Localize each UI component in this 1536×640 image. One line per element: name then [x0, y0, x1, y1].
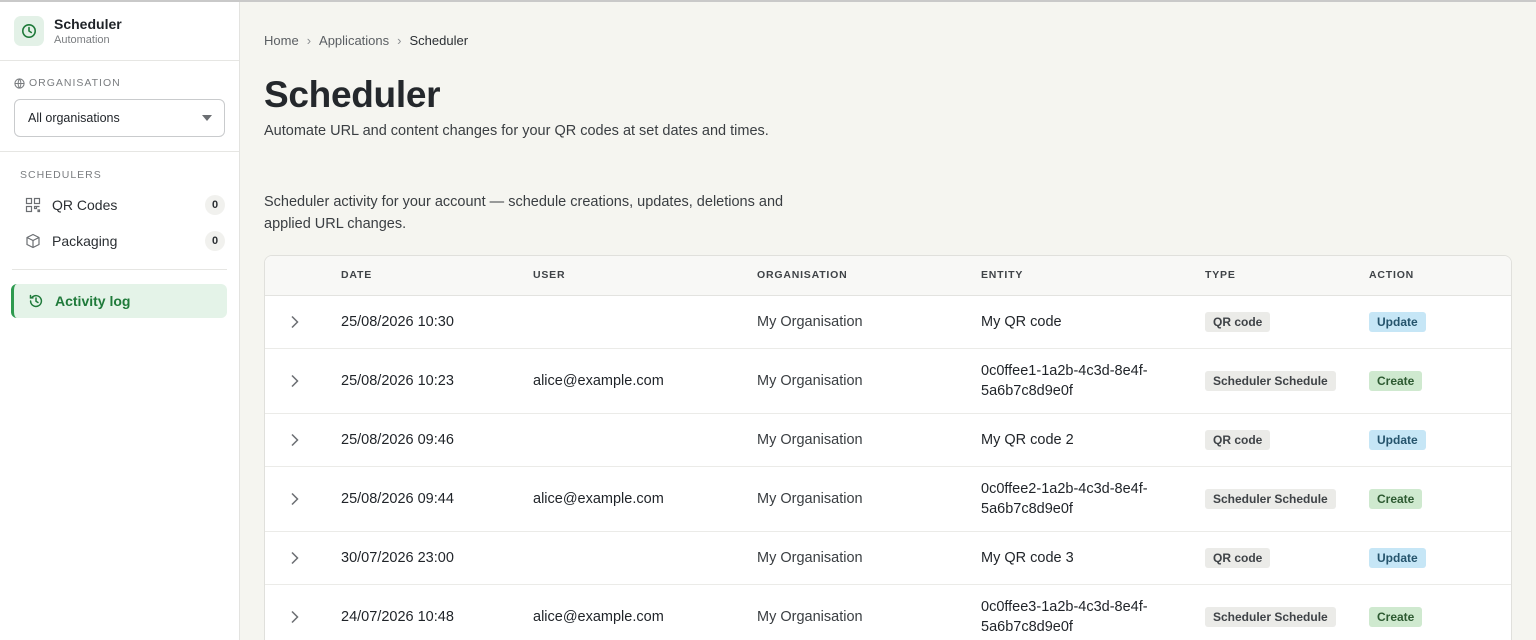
action-badge: Update: [1369, 430, 1426, 450]
cell-date: 30/07/2026 23:00: [341, 550, 454, 566]
app-subtitle: Automation: [54, 33, 110, 46]
organisation-label: ORGANISATION: [29, 77, 121, 89]
table-header: DATE USER ORGANISATION ENTITY TYPE ACTIO…: [265, 256, 1511, 296]
clock-icon: [14, 16, 44, 46]
column-header-entity: ENTITY: [981, 269, 1024, 281]
organisation-section: ORGANISATION All organisations: [0, 61, 239, 152]
table-row[interactable]: 25/08/2026 09:46 My Organisation My QR c…: [265, 414, 1511, 467]
cell-organisation: My Organisation: [757, 491, 863, 507]
cell-user: alice@example.com: [533, 373, 664, 389]
sidebar: Scheduler Automation ORGANISATION All or…: [0, 2, 240, 640]
chevron-right-icon[interactable]: [290, 433, 300, 447]
action-badge: Update: [1369, 312, 1426, 332]
chevron-right-icon[interactable]: [290, 374, 300, 388]
type-badge: QR code: [1205, 548, 1271, 568]
breadcrumb-home[interactable]: Home: [264, 33, 299, 48]
cell-entity: 0c0ffee2-1a2b-4c3d-8e4f- 5a6b7c8d9e0f: [981, 481, 1148, 517]
chevron-right-icon[interactable]: [290, 610, 300, 624]
cell-user: alice@example.com: [533, 491, 664, 507]
chevron-right-icon[interactable]: [290, 315, 300, 329]
cell-entity: 0c0ffee3-1a2b-4c3d-8e4f- 5a6b7c8d9e0f: [981, 599, 1148, 635]
table-row[interactable]: 24/07/2026 10:48 alice@example.com My Or…: [265, 585, 1511, 640]
cell-organisation: My Organisation: [757, 550, 863, 566]
type-badge: Scheduler Schedule: [1205, 489, 1336, 509]
action-badge: Create: [1369, 371, 1423, 391]
count-badge: 0: [205, 231, 225, 251]
activity-table: DATE USER ORGANISATION ENTITY TYPE ACTIO…: [264, 255, 1512, 640]
sidebar-item-label: Activity log: [55, 293, 131, 309]
breadcrumb-current: Scheduler: [409, 33, 469, 48]
breadcrumb-applications[interactable]: Applications: [319, 33, 389, 48]
page-title: Scheduler: [264, 74, 441, 115]
cell-date: 25/08/2026 09:44: [341, 491, 454, 507]
cell-date: 25/08/2026 09:46: [341, 432, 454, 448]
main-content: Home › Applications › Scheduler Schedule…: [264, 0, 1536, 640]
column-header-date: DATE: [341, 269, 373, 281]
cell-organisation: My Organisation: [757, 609, 863, 625]
column-header-organisation: ORGANISATION: [757, 269, 848, 281]
table-row[interactable]: 25/08/2026 09:44 alice@example.com My Or…: [265, 467, 1511, 532]
sidebar-item-label: QR Codes: [52, 197, 118, 213]
action-badge: Create: [1369, 607, 1423, 627]
breadcrumb: Home › Applications › Scheduler: [264, 33, 468, 48]
cell-date: 25/08/2026 10:23: [341, 373, 454, 389]
action-badge: Create: [1369, 489, 1423, 509]
sidebar-item-activity-log[interactable]: Activity log: [11, 284, 227, 318]
page-subtitle: Automate URL and content changes for you…: [264, 123, 769, 139]
type-badge: QR code: [1205, 312, 1271, 332]
chevron-right-icon: ›: [397, 33, 402, 48]
table-row[interactable]: 30/07/2026 23:00 My Organisation My QR c…: [265, 532, 1511, 585]
globe-icon: [14, 77, 25, 89]
cell-entity: 0c0ffee1-1a2b-4c3d-8e4f- 5a6b7c8d9e0f: [981, 363, 1148, 399]
cell-entity: My QR code: [981, 314, 1062, 330]
table-row[interactable]: 25/08/2026 10:30 My Organisation My QR c…: [265, 296, 1511, 349]
cell-user: alice@example.com: [533, 609, 664, 625]
cell-organisation: My Organisation: [757, 373, 863, 389]
schedulers-section: SCHEDULERS QR Codes 0 Packaging 0: [12, 152, 227, 270]
count-badge: 0: [205, 195, 225, 215]
cell-date: 24/07/2026 10:48: [341, 609, 454, 625]
history-icon: [28, 292, 46, 310]
type-badge: Scheduler Schedule: [1205, 607, 1336, 627]
chevron-right-icon[interactable]: [290, 492, 300, 506]
schedulers-label: SCHEDULERS: [20, 169, 102, 181]
action-badge: Update: [1369, 548, 1426, 568]
table-row[interactable]: 25/08/2026 10:23 alice@example.com My Or…: [265, 349, 1511, 414]
organisation-select[interactable]: All organisations: [14, 99, 225, 137]
sidebar-item-label: Packaging: [52, 233, 118, 249]
column-header-action: ACTION: [1369, 269, 1415, 281]
type-badge: Scheduler Schedule: [1205, 371, 1336, 391]
chevron-down-icon: [202, 115, 212, 121]
organisation-selected: All organisations: [28, 111, 120, 125]
sidebar-item-packaging[interactable]: Packaging 0: [20, 223, 227, 259]
cell-date: 25/08/2026 10:30: [341, 314, 454, 330]
chevron-right-icon: ›: [306, 33, 312, 48]
activity-description: Scheduler activity for your account — sc…: [264, 194, 784, 232]
qr-grid-icon: [24, 196, 42, 214]
sidebar-item-qr-codes[interactable]: QR Codes 0: [20, 187, 227, 223]
chevron-right-icon[interactable]: [290, 551, 300, 565]
cell-entity: My QR code 2: [981, 432, 1074, 448]
cell-entity: My QR code 3: [981, 550, 1074, 566]
cell-organisation: My Organisation: [757, 314, 863, 330]
column-header-type: TYPE: [1205, 269, 1236, 281]
app-header: Scheduler Automation: [0, 2, 239, 61]
cell-organisation: My Organisation: [757, 432, 863, 448]
type-badge: QR code: [1205, 430, 1271, 450]
column-header-user: USER: [533, 269, 566, 281]
app-title: Scheduler: [54, 15, 122, 32]
box-icon: [24, 232, 42, 250]
